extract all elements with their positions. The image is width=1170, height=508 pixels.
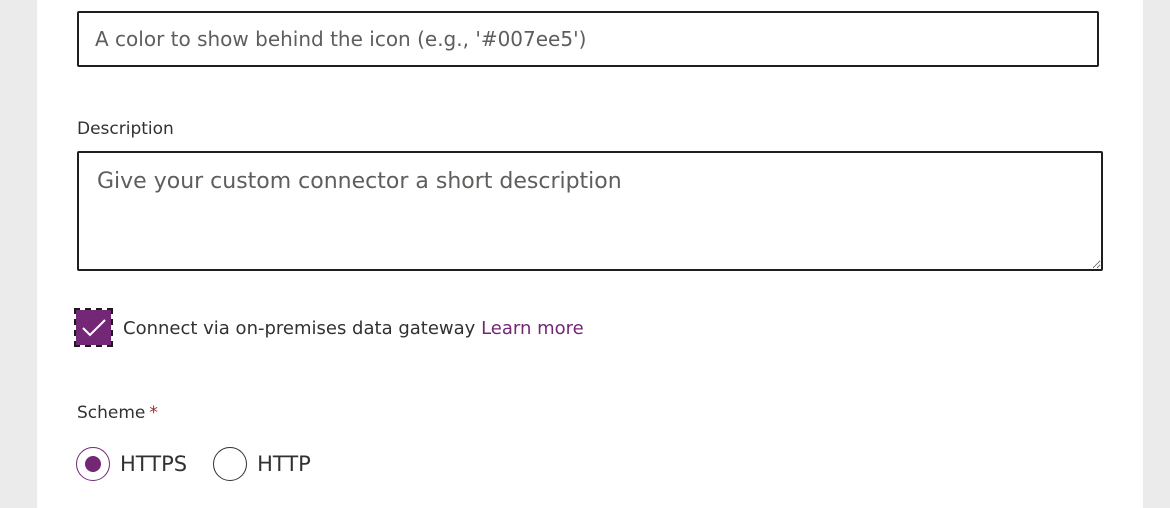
description-label: Description bbox=[77, 119, 174, 139]
learn-more-link[interactable]: Learn more bbox=[481, 318, 584, 339]
radio-selected-dot bbox=[85, 456, 101, 472]
required-marker: * bbox=[149, 403, 158, 423]
http-radio-label[interactable]: HTTP bbox=[257, 452, 311, 476]
gateway-checkbox-label: Connect via on-premises data gateway Lea… bbox=[123, 317, 584, 341]
https-radio[interactable] bbox=[76, 447, 110, 481]
icon-background-color-input[interactable] bbox=[77, 11, 1099, 67]
http-radio[interactable] bbox=[213, 447, 248, 481]
description-textarea[interactable] bbox=[77, 151, 1103, 271]
https-radio-label[interactable]: HTTPS bbox=[120, 452, 187, 476]
checkmark-icon bbox=[81, 318, 106, 336]
gateway-checkbox[interactable] bbox=[74, 308, 113, 347]
scheme-radio-group: HTTPS HTTP bbox=[76, 446, 337, 482]
scheme-label-text: Scheme bbox=[77, 403, 146, 423]
gateway-label-text: Connect via on-premises data gateway bbox=[123, 318, 476, 339]
scheme-label: Scheme * bbox=[77, 402, 158, 424]
